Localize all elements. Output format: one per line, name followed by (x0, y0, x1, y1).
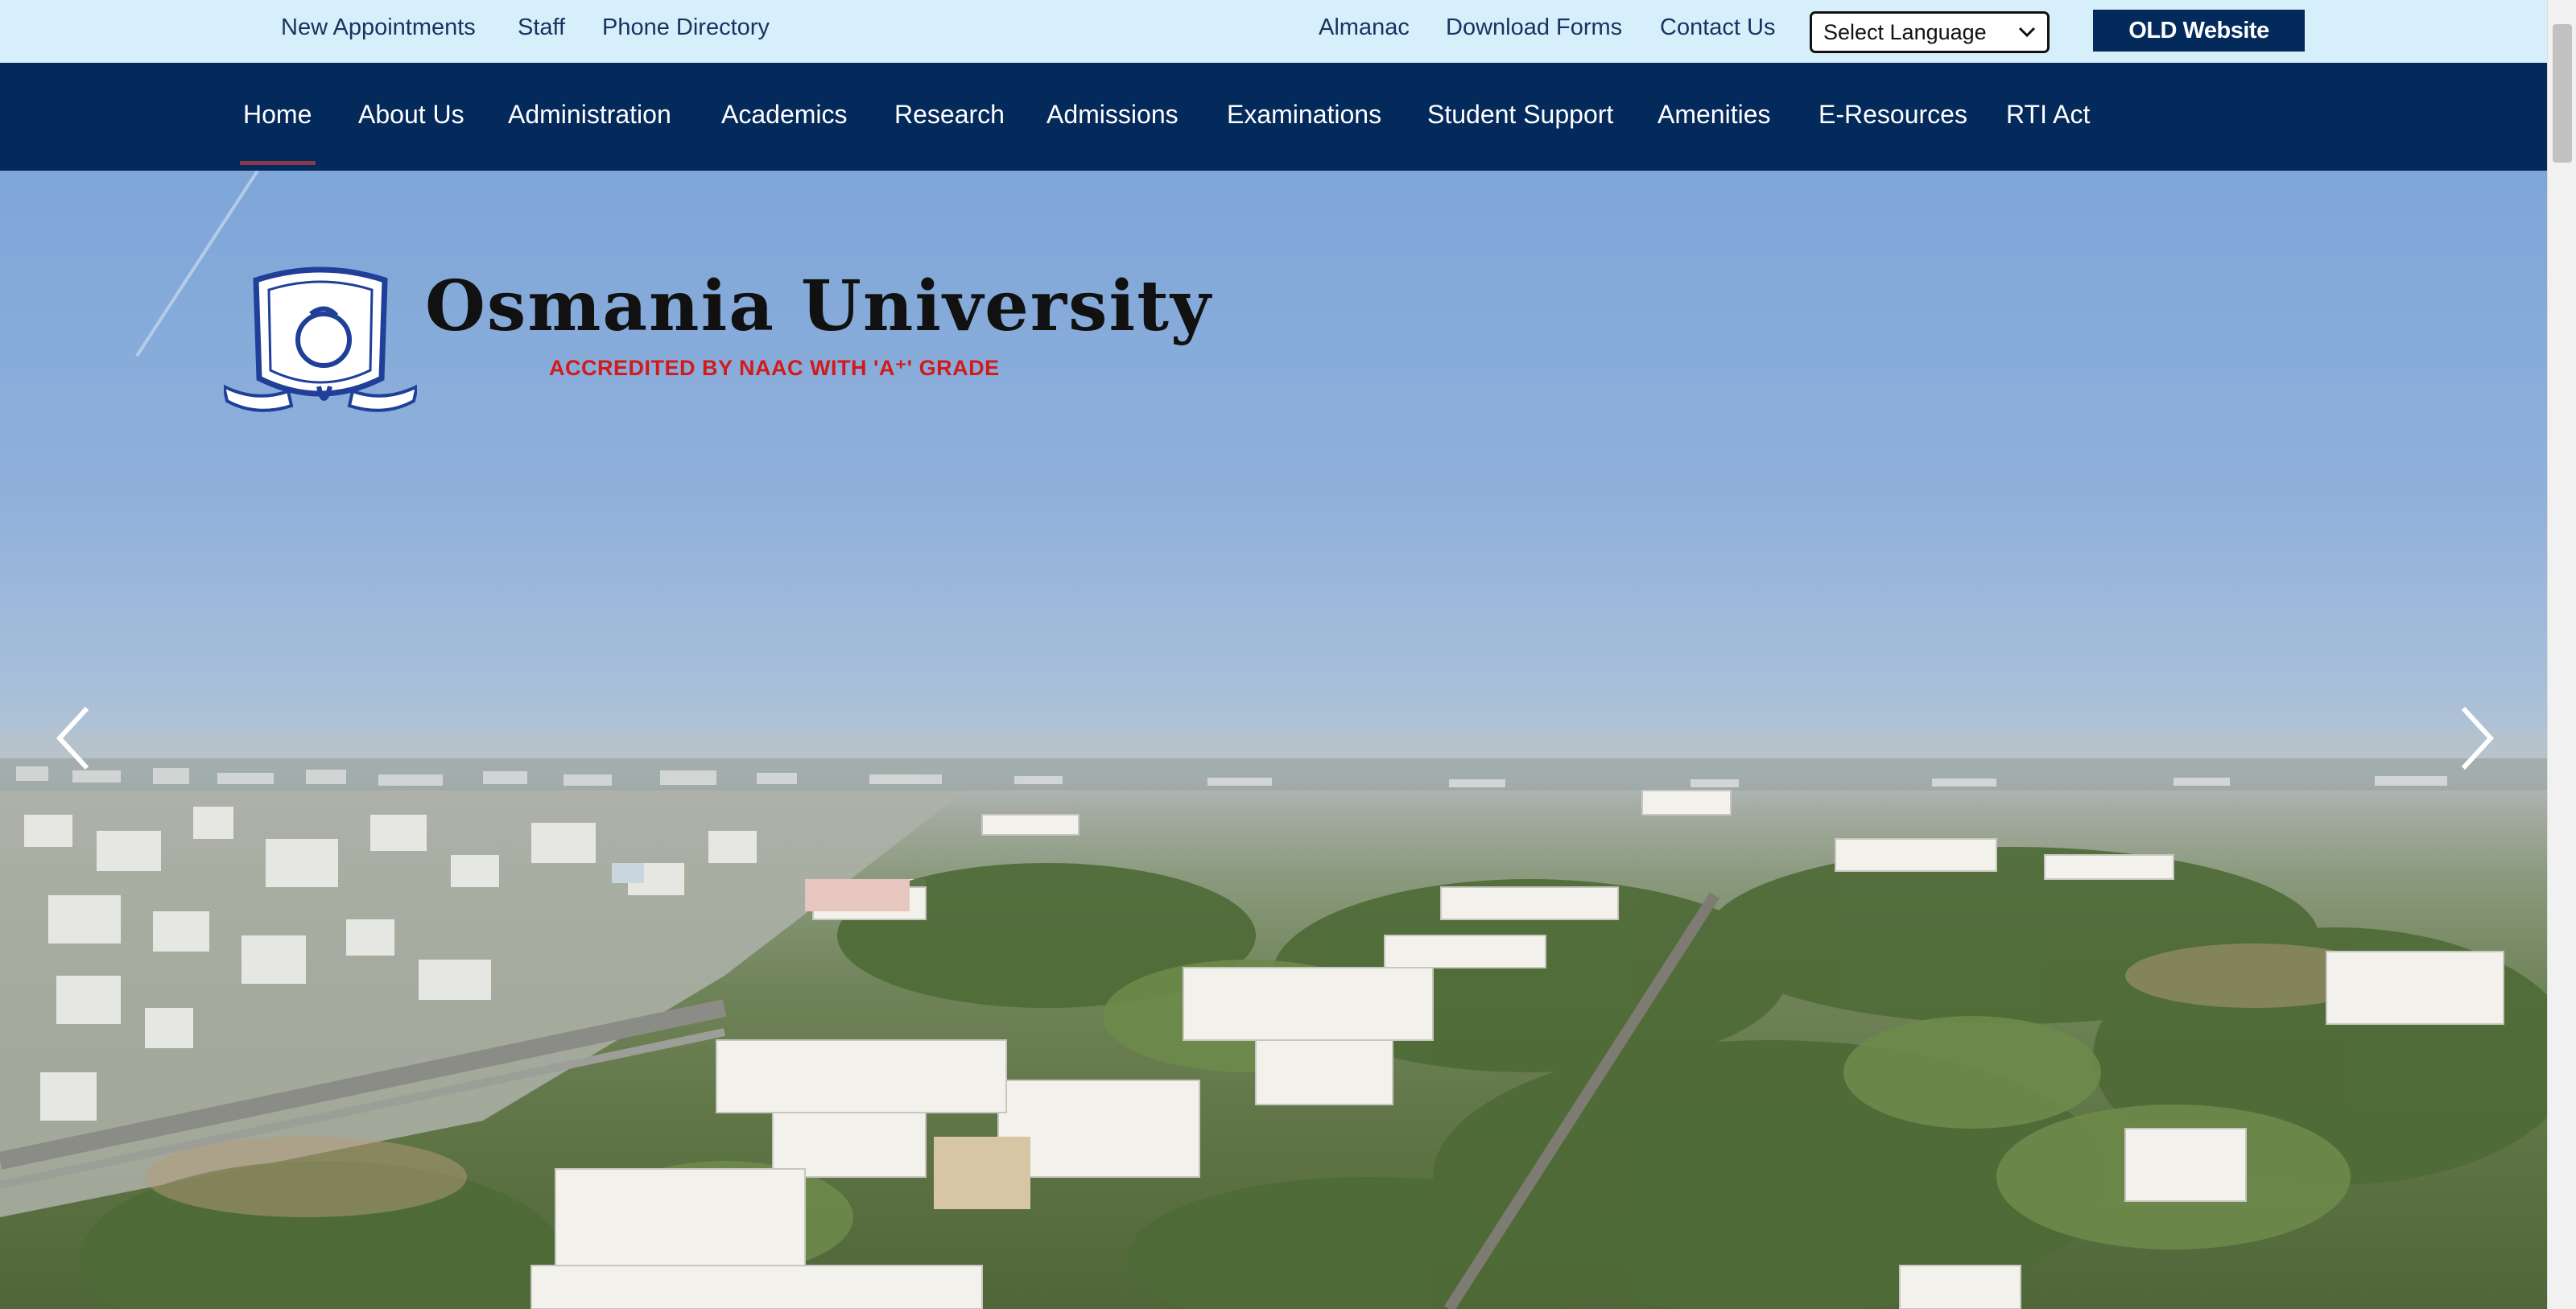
carousel-next-button[interactable] (2452, 702, 2500, 774)
old-website-button[interactable]: OLD Website (2093, 10, 2305, 52)
chevron-right-icon (2461, 706, 2495, 770)
vertical-scrollbar[interactable] (2547, 0, 2576, 1309)
nav-active-indicator (240, 161, 316, 165)
link-new-appointments[interactable]: New Appointments (281, 14, 476, 41)
hero-banner: Osmania University ACCREDITED BY NAAC WI… (0, 171, 2547, 1309)
nav-item-amenities[interactable]: Amenities (1657, 100, 1771, 130)
university-name: Osmania University (425, 266, 1212, 347)
nav-item-admissions[interactable]: Admissions (1046, 100, 1179, 130)
nav-item-rti-act[interactable]: RTI Act (2006, 100, 2090, 130)
link-contact-us[interactable]: Contact Us (1660, 14, 1775, 41)
nav-item-student-support[interactable]: Student Support (1427, 100, 1613, 130)
university-emblem-icon (224, 266, 417, 412)
link-download-forms[interactable]: Download Forms (1446, 14, 1622, 41)
link-almanac[interactable]: Almanac (1319, 14, 1410, 41)
chevron-left-icon (56, 706, 89, 770)
carousel-prev-button[interactable] (50, 702, 98, 774)
language-select-value: Select Language (1823, 19, 1987, 44)
nav-item-academics[interactable]: Academics (721, 100, 848, 130)
nav-item-about-us[interactable]: About Us (358, 100, 464, 130)
university-logo[interactable]: Osmania University ACCREDITED BY NAAC WI… (224, 266, 1211, 435)
scrollbar-thumb[interactable] (2553, 24, 2572, 163)
link-phone-directory[interactable]: Phone Directory (602, 14, 770, 41)
accreditation-text: ACCREDITED BY NAAC WITH 'A⁺' GRADE (549, 356, 1000, 380)
nav-item-e-resources[interactable]: E-Resources (1818, 100, 1967, 130)
link-staff[interactable]: Staff (518, 14, 565, 41)
nav-item-examinations[interactable]: Examinations (1227, 100, 1381, 130)
main-navigation: Home About Us Administration Academics R… (0, 63, 2547, 171)
nav-item-research[interactable]: Research (894, 100, 1005, 130)
chevron-down-icon (2018, 22, 2036, 43)
language-select[interactable]: Select Language (1810, 11, 2050, 53)
nav-item-administration[interactable]: Administration (508, 100, 671, 130)
utility-bar: New Appointments Staff Phone Directory A… (0, 0, 2547, 63)
nav-item-home[interactable]: Home (243, 100, 312, 130)
page: New Appointments Staff Phone Directory A… (0, 0, 2576, 1309)
